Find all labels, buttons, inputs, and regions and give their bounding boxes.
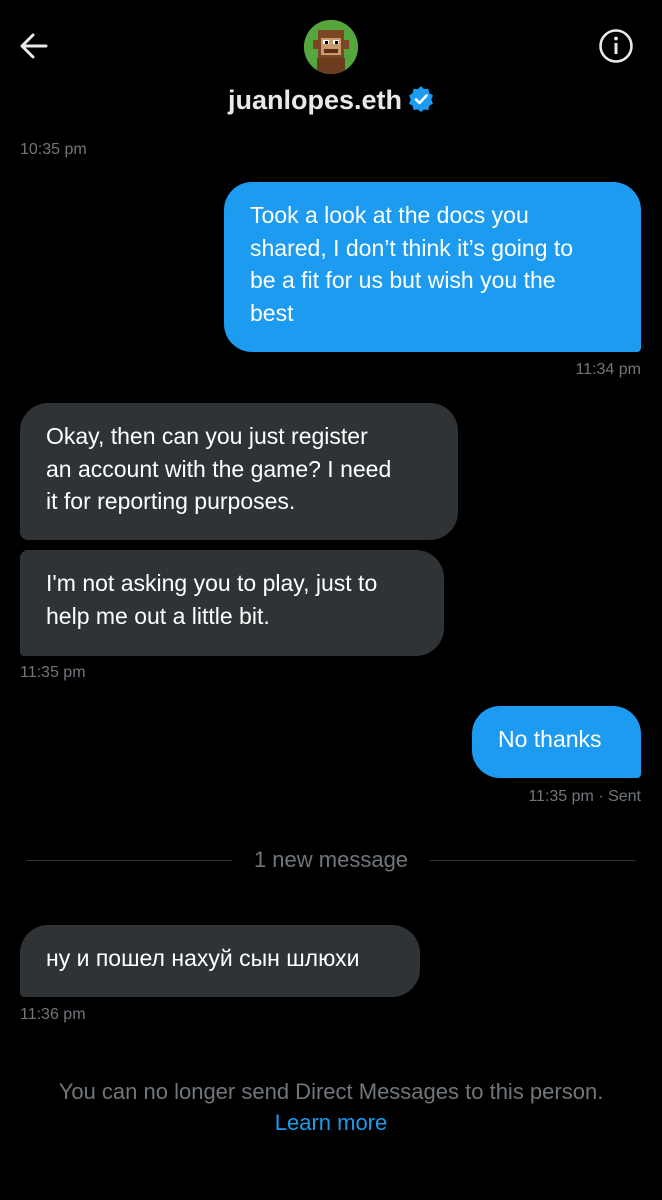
conversation-header: juanlopes.eth [0,0,662,132]
message-text-line: Okay, then can you just register [46,423,368,449]
message-timestamp: 11:36 pm [20,1006,86,1023]
new-message-divider: 1 new message [26,845,636,875]
message-bubble-outgoing[interactable]: Took a look at the docs you shared, I do… [224,182,641,352]
message-text-line: it for reporting purposes. [46,488,296,514]
message-bubble-outgoing[interactable]: No thanks [472,706,641,778]
avatar[interactable] [304,20,358,74]
sent-status: · Sent [598,788,641,805]
arrow-left-icon [16,33,52,68]
message-text-line: be a fit for us but wish you the [250,267,556,293]
message-text-line: an account with the game? I need [46,455,392,482]
message-bubble-incoming[interactable]: I'm not asking you to play, just to help… [20,550,444,656]
message-timestamp: 11:34 pm [575,361,641,378]
divider-line [430,860,636,861]
back-button[interactable] [16,28,52,64]
message-bubble-incoming[interactable]: Okay, then can you just register an acco… [20,403,458,540]
notice-text: You can no longer send Direct Messages t… [58,1079,604,1104]
message-timestamp: 11:35 pm [528,788,594,805]
message-timestamp: 10:35 pm [20,141,87,158]
message-text-line: help me out a little bit. [46,602,270,629]
dm-disabled-notice: You can no longer send Direct Messages t… [0,1076,662,1138]
verified-badge-icon [408,85,434,112]
message-text: No thanks [498,726,602,752]
message-text-line: shared, I don’t think it’s going to [250,234,574,261]
message-text: ну и пошел нахуй сын шлюхи [46,945,360,971]
conversation-info-button[interactable] [598,28,634,64]
message-text-line: I'm not asking you to play, just to [46,570,378,596]
message-timestamp: 11:35 pm [20,664,86,681]
username-row[interactable]: juanlopes.eth [0,82,662,118]
username: juanlopes.eth [227,85,403,115]
message-bubble-incoming[interactable]: ну и пошел нахуй сын шлюхи [20,925,420,997]
learn-more-link[interactable]: Learn more [0,1107,662,1138]
message-text-line: best [250,299,294,326]
info-icon [598,29,634,68]
message-text-line: Took a look at the docs you [250,202,529,228]
message-status-row: 11:35 pm · Sent [528,787,641,807]
